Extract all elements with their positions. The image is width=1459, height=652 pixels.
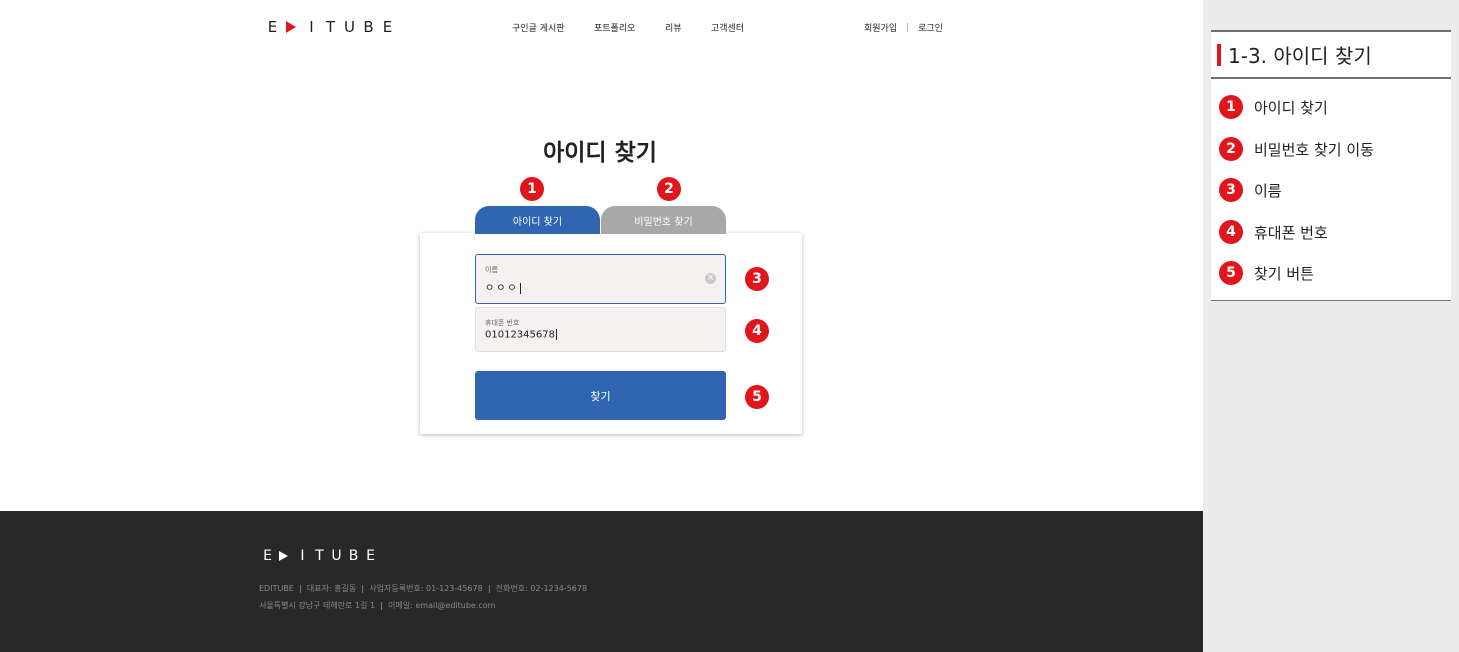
logo-letter: T [315, 548, 324, 564]
tab-find-password[interactable]: 비밀번호 찾기 [601, 206, 726, 234]
header-logo[interactable]: E I T U B E [263, 18, 397, 36]
footer-info-line-1: EDITUBE 대표자: 홍길동 사업자등록번호: 01-123-45678 전… [259, 583, 587, 594]
footer-logo: E I T U B E [259, 548, 379, 564]
divider [299, 584, 301, 593]
legend-label: 아이디 찾기 [1254, 98, 1328, 117]
text-caret [519, 282, 521, 294]
logo-letter: I [300, 548, 305, 564]
marker-4: 4 [745, 319, 769, 343]
nav-item-customer-center[interactable]: 고객센터 [711, 21, 744, 34]
legend-label: 이름 [1254, 181, 1282, 200]
annotation-box: 1-3. 아이디 찾기 1 아이디 찾기 2 비밀번호 찾기 이동 3 이름 4… [1211, 30, 1451, 301]
divider [362, 584, 364, 593]
find-button[interactable]: 찾기 [475, 371, 726, 420]
legend-number-badge: 3 [1219, 178, 1243, 202]
play-triangle-icon [286, 21, 296, 33]
annotation-panel: 1-3. 아이디 찾기 1 아이디 찾기 2 비밀번호 찾기 이동 3 이름 4… [1203, 0, 1459, 652]
annotation-title-row: 1-3. 아이디 찾기 [1211, 32, 1451, 79]
login-link[interactable]: 로그인 [918, 21, 943, 34]
marker-1: 1 [520, 177, 544, 201]
legend-item: 4 휴대폰 번호 [1219, 220, 1328, 244]
logo-letter: U [331, 548, 342, 564]
phone-field-value[interactable]: 01012345678 [485, 329, 557, 341]
signup-link[interactable]: 회원가입 [864, 21, 897, 34]
logo-letter: E [263, 548, 272, 564]
logo-letter: I [309, 18, 314, 36]
footer-phone: 전화번호: 02-1234-5678 [495, 584, 588, 593]
logo-letter: E [382, 18, 393, 36]
phone-field-label: 휴대폰 번호 [485, 319, 520, 327]
footer-company: EDITUBE [259, 584, 294, 593]
name-field[interactable]: 이름 ㅇㅇㅇ × [475, 254, 726, 304]
divider [907, 23, 909, 32]
text-caret [556, 329, 557, 340]
logo-letter: U [344, 18, 355, 36]
legend-item: 1 아이디 찾기 [1219, 95, 1328, 119]
page-title: 아이디 찾기 [543, 140, 657, 166]
logo-letter: B [363, 18, 374, 36]
legend-item: 2 비밀번호 찾기 이동 [1219, 137, 1374, 161]
logo-letter: E [366, 548, 375, 564]
phone-field[interactable]: 휴대폰 번호 01012345678 [475, 307, 726, 352]
legend-number-badge: 2 [1219, 137, 1243, 161]
legend-item: 3 이름 [1219, 178, 1282, 202]
legend-label: 찾기 버튼 [1254, 264, 1314, 283]
nav-item-review[interactable]: 리뷰 [665, 21, 682, 34]
auth-links: 회원가입 로그인 [864, 21, 943, 34]
name-value-text: ㅇㅇㅇ [485, 283, 519, 294]
nav-item-job-board[interactable]: 구인글 게시판 [512, 21, 565, 34]
name-field-label: 이름 [485, 266, 498, 274]
footer-info-line-2: 서울특별시 강남구 테헤란로 1길 1 이메일: email@editube.c… [259, 600, 495, 611]
footer-address: 서울특별시 강남구 테헤란로 1길 1 [259, 601, 376, 610]
footer-email[interactable]: 이메일: email@editube.com [388, 600, 495, 611]
annotation-title: 1-3. 아이디 찾기 [1228, 44, 1372, 68]
legend-number-badge: 4 [1219, 220, 1243, 244]
footer-ceo: 대표자: 홍길동 [306, 584, 357, 593]
logo-letter: E [267, 18, 278, 36]
legend-item: 5 찾기 버튼 [1219, 261, 1314, 285]
play-triangle-icon [279, 551, 288, 561]
title-accent-bar [1217, 43, 1221, 66]
logo-letter: T [325, 18, 336, 36]
divider [488, 584, 490, 593]
marker-3: 3 [745, 267, 769, 291]
logo-letter: B [348, 548, 359, 564]
legend-number-badge: 1 [1219, 95, 1243, 119]
footer: E I T U B E EDITUBE 대표자: 홍길동 사업자등록번호: 01… [0, 511, 1203, 652]
name-field-value[interactable]: ㅇㅇㅇ [485, 279, 521, 294]
legend-label: 휴대폰 번호 [1254, 223, 1328, 242]
marker-2: 2 [657, 177, 681, 201]
marker-5: 5 [745, 385, 769, 409]
footer-biz-no: 사업자등록번호: 01-123-45678 [369, 584, 483, 593]
phone-value-text: 01012345678 [485, 329, 555, 341]
tab-find-id[interactable]: 아이디 찾기 [475, 206, 600, 234]
clear-icon[interactable]: × [705, 273, 716, 284]
divider [381, 601, 383, 610]
main-page: E I T U B E 구인글 게시판 포트폴리오 리뷰 고객센터 회원가입 로… [0, 0, 1203, 652]
legend-number-badge: 5 [1219, 261, 1243, 285]
nav-item-portfolio[interactable]: 포트폴리오 [594, 21, 635, 34]
legend-label: 비밀번호 찾기 이동 [1254, 140, 1374, 159]
